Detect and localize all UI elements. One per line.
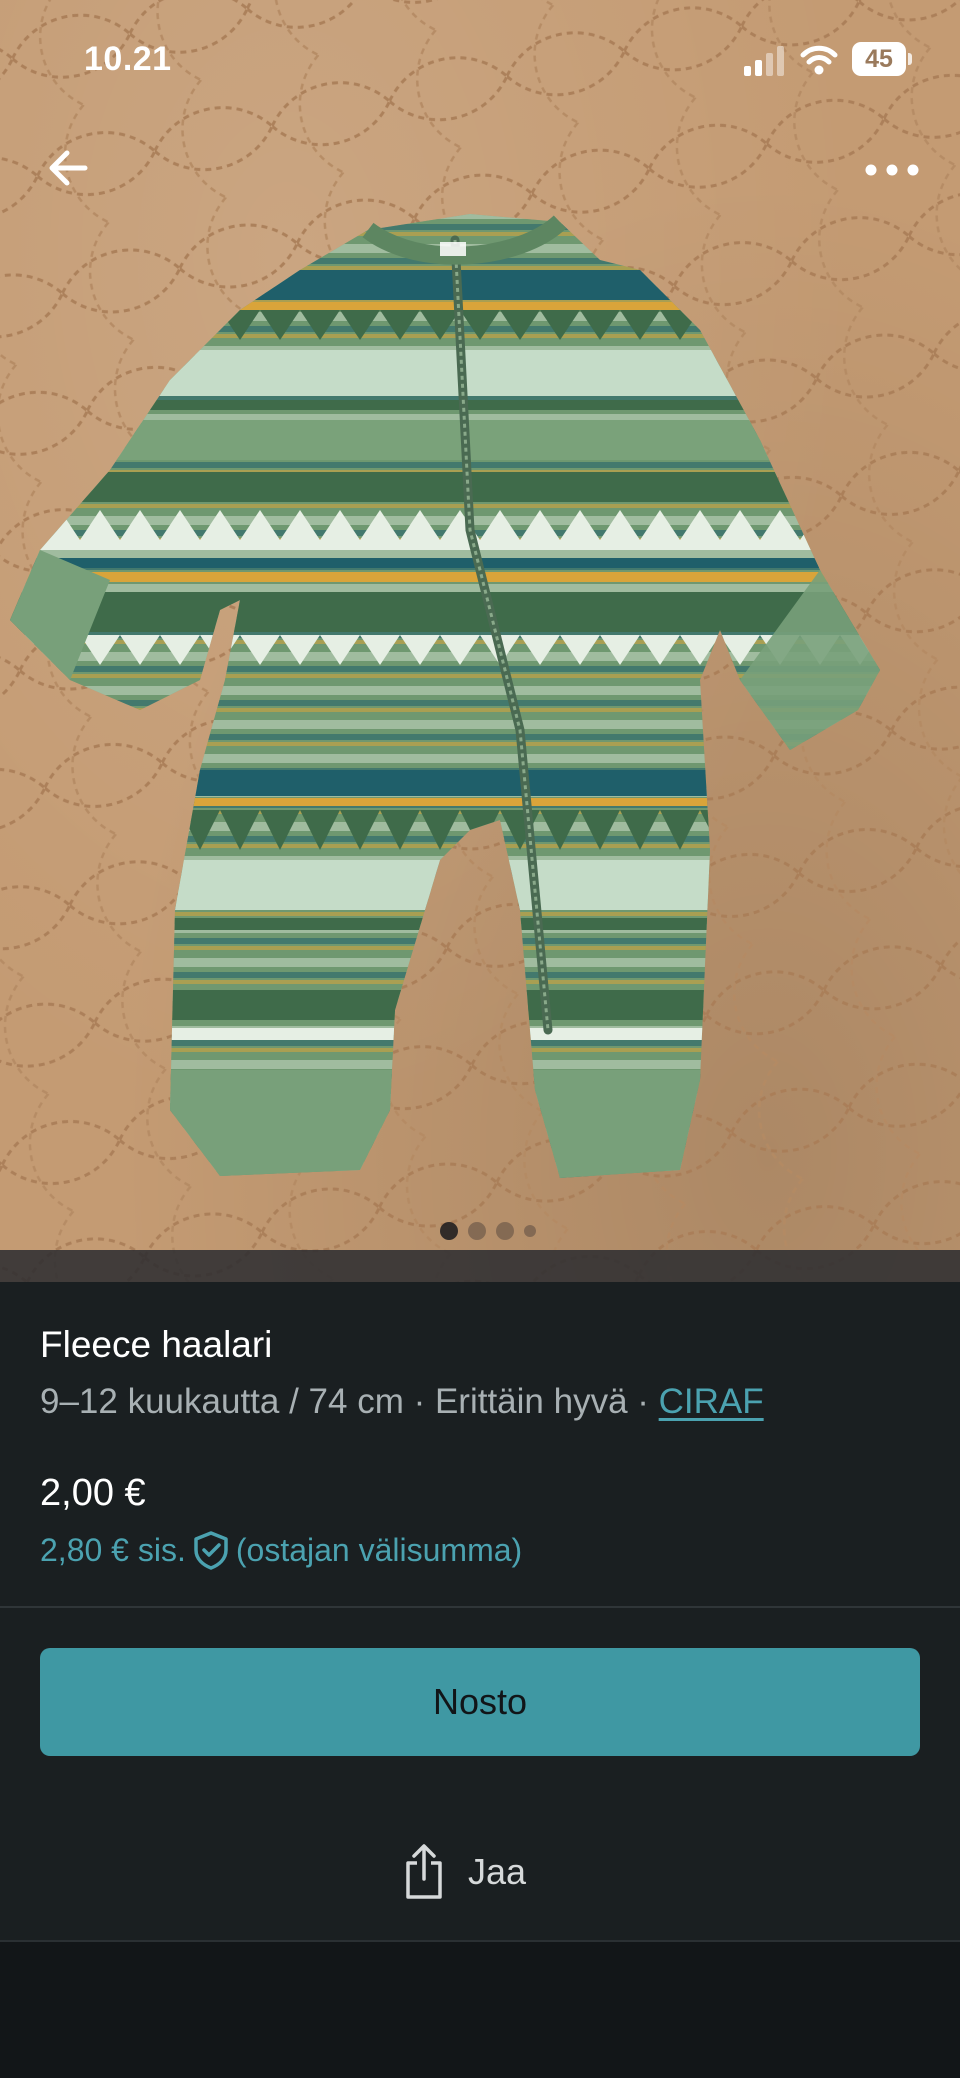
share-icon: [406, 1844, 442, 1899]
wifi-icon: [800, 45, 838, 75]
pagination-dot-2[interactable]: [468, 1222, 486, 1240]
item-title: Fleece haalari: [40, 1324, 273, 1365]
buyer-protection-price[interactable]: 2,80 € sis. (ostajan välisumma): [40, 1530, 522, 1570]
price-note: (ostajan välisumma): [235, 1531, 523, 1568]
battery-icon: 45: [852, 42, 912, 76]
separator: ·: [403, 1382, 435, 1421]
bump-button[interactable]: Nosto: [40, 1648, 920, 1756]
arrow-left-icon: [49, 150, 88, 186]
bottom-bar: [0, 1942, 960, 2078]
separator: ·: [627, 1382, 659, 1421]
gallery-pagination[interactable]: [440, 1222, 536, 1240]
item-attributes: 9–12 kuukautta / 74 cm · Erittäin hyvä ·…: [40, 1382, 764, 1422]
more-options-button[interactable]: [858, 146, 926, 194]
status-bar: 10.21 45: [0, 0, 960, 120]
more-horizontal-icon: [865, 164, 919, 176]
item-photo[interactable]: 10.21 45: [0, 0, 960, 1282]
item-condition: Erittäin hyvä: [434, 1382, 628, 1421]
pagination-dot-1[interactable]: [440, 1222, 458, 1240]
battery-level: 45: [852, 42, 906, 76]
fleece-onesie-illustration: [10, 214, 880, 1178]
pagination-dot-3[interactable]: [496, 1222, 514, 1240]
share-label: Jaa: [468, 1851, 527, 1892]
brand-link[interactable]: CIRAF: [659, 1382, 764, 1421]
back-button[interactable]: [40, 140, 96, 196]
item-details-panel: Fleece haalari 9–12 kuukautta / 74 cm · …: [0, 1282, 960, 2078]
signal-icon: [744, 46, 784, 76]
item-size: 9–12 kuukautta / 74 cm: [40, 1382, 404, 1421]
pagination-dot-4[interactable]: [524, 1225, 536, 1237]
divider: [0, 1606, 960, 1608]
price-including-fee: 2,80 € sis.: [40, 1531, 186, 1568]
share-button[interactable]: Jaa: [400, 1832, 526, 1912]
item-price: 2,00 €: [40, 1472, 146, 1514]
status-time: 10.21: [84, 40, 172, 78]
shield-check-icon: [194, 1531, 228, 1570]
